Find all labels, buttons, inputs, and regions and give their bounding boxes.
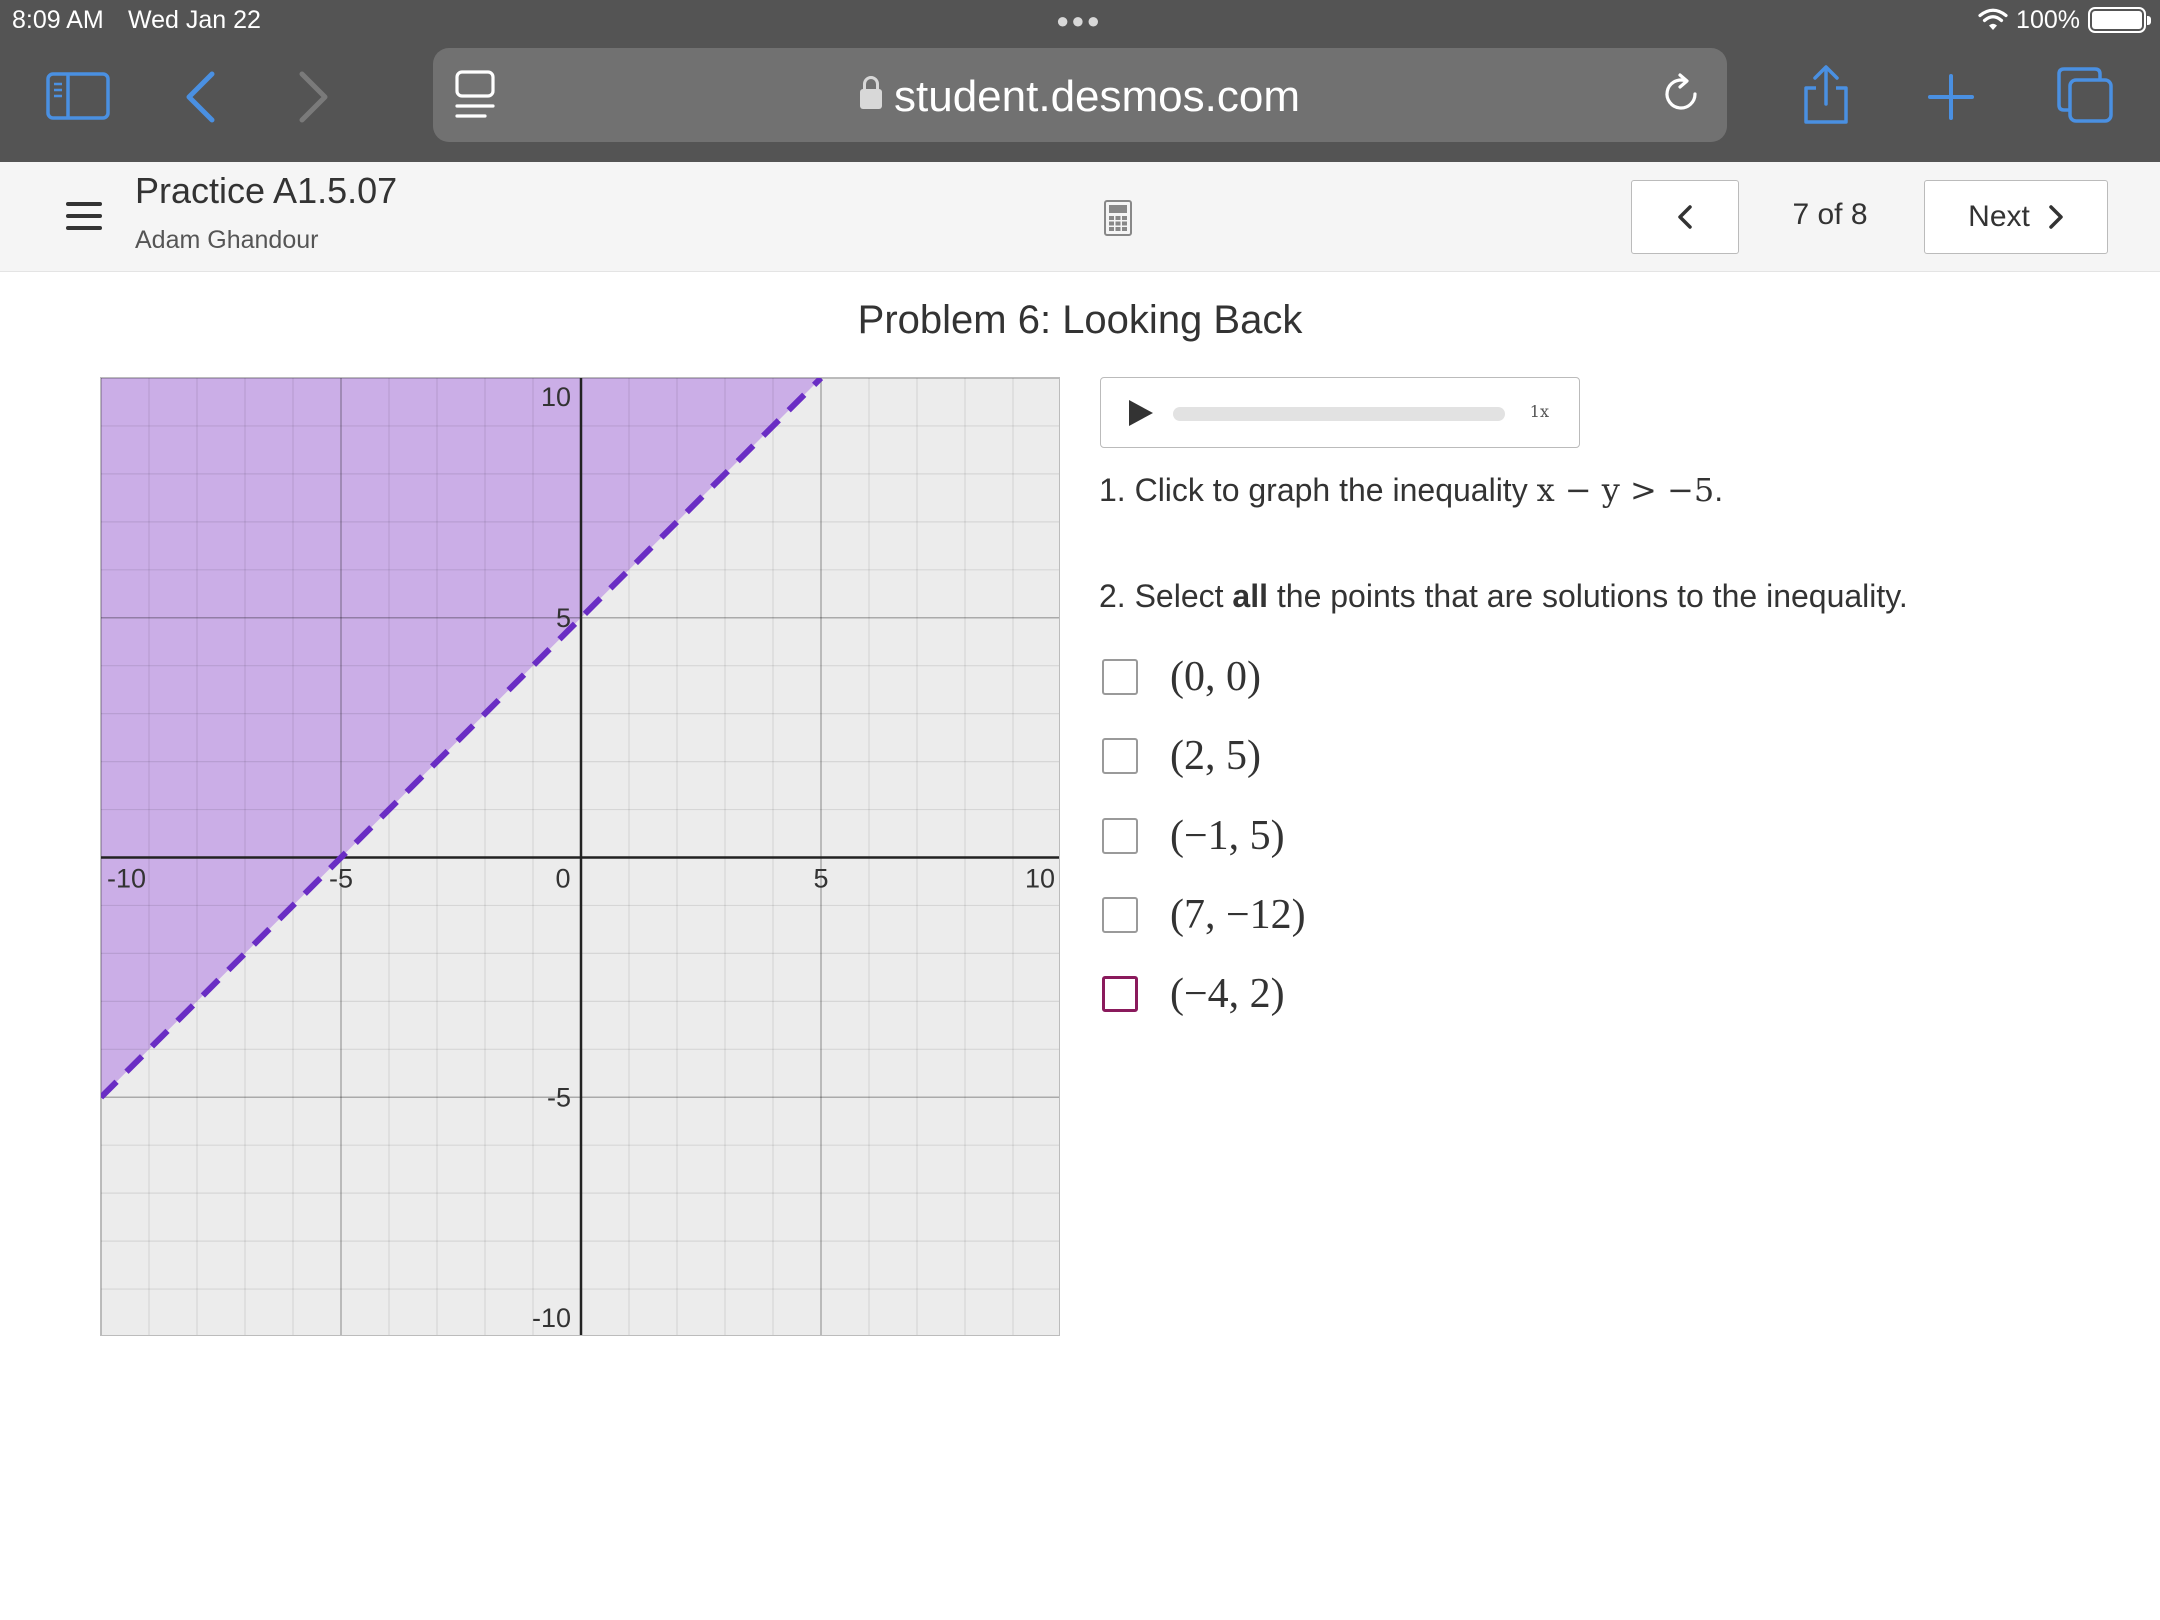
menu-icon[interactable] xyxy=(66,202,102,230)
choice-label: (−1, 5) xyxy=(1170,813,1285,859)
x-tick-label: -5 xyxy=(329,864,353,894)
question-1-text: 1. Click to graph the inequality xyxy=(1099,472,1528,508)
activity-header: Practice A1.5.07 Adam Ghandour 7 of 8 Ne… xyxy=(0,162,2160,272)
address-bar[interactable]: student.desmos.com xyxy=(433,48,1727,142)
graph-canvas[interactable]: -10 -5 0 5 10 10 5 -5 -10 xyxy=(100,377,1060,1336)
next-screen-button[interactable]: Next xyxy=(1924,180,2108,254)
lock-icon xyxy=(860,76,883,109)
question-2: 2. Select all the points that are soluti… xyxy=(1099,578,1908,615)
question-2-suffix: the points that are solutions to the ine… xyxy=(1276,578,1908,614)
choice-label: (2, 5) xyxy=(1170,733,1261,779)
sidebar-toggle-button[interactable] xyxy=(46,72,110,120)
y-tick-label: 10 xyxy=(541,382,571,412)
x-tick-label: 5 xyxy=(813,864,828,894)
forward-button[interactable] xyxy=(298,70,330,124)
checkbox[interactable] xyxy=(1102,818,1138,854)
choice-label: (0, 0) xyxy=(1170,654,1261,700)
status-date: Wed Jan 22 xyxy=(128,6,261,34)
battery-icon xyxy=(2088,7,2151,33)
question-2-prefix: 2. Select xyxy=(1099,578,1224,614)
plus-icon xyxy=(1928,74,1974,120)
inequality-graph[interactable]: -10 -5 0 5 10 10 5 -5 -10 xyxy=(101,378,1060,1336)
choice-4[interactable]: (−4, 2) xyxy=(1102,969,1285,1019)
choice-2[interactable]: (−1, 5) xyxy=(1102,811,1285,861)
question-1-period: . xyxy=(1714,472,1724,508)
x-tick-label: 0 xyxy=(555,864,570,894)
question-2-emphasis: all xyxy=(1232,578,1268,614)
audio-progress-track[interactable] xyxy=(1173,407,1505,421)
battery-percent: 100% xyxy=(2016,5,2080,34)
choice-0[interactable]: (0, 0) xyxy=(1102,652,1261,702)
chevron-left-icon xyxy=(186,71,215,123)
choice-label: (7, −12) xyxy=(1170,892,1306,938)
choice-3[interactable]: (7, −12) xyxy=(1102,890,1306,940)
tabs-button[interactable] xyxy=(2056,66,2114,124)
audio-player: 1x xyxy=(1100,377,1580,448)
browser-chrome: 8:09 AM Wed Jan 22 ●●● 100% student.desm… xyxy=(0,0,2160,162)
inequality-expression: x − y > −5 xyxy=(1536,471,1715,509)
wifi-icon xyxy=(1978,8,2008,30)
problem-title: Problem 6: Looking Back xyxy=(857,298,1303,342)
checkbox[interactable] xyxy=(1102,897,1138,933)
status-time: 8:09 AM xyxy=(12,6,104,34)
x-tick-label: -10 xyxy=(107,864,146,894)
share-button[interactable] xyxy=(1800,64,1852,126)
reload-icon[interactable] xyxy=(1659,72,1703,116)
student-name: Adam Ghandour xyxy=(135,226,319,254)
choice-label: (−4, 2) xyxy=(1170,971,1285,1017)
choice-1[interactable]: (2, 5) xyxy=(1102,731,1261,781)
x-tick-label: 10 xyxy=(1025,864,1055,894)
sidebar-icon xyxy=(46,72,110,120)
back-button[interactable] xyxy=(184,70,216,124)
play-icon[interactable] xyxy=(1129,400,1153,426)
y-tick-label: 5 xyxy=(556,603,571,633)
previous-screen-button[interactable] xyxy=(1631,180,1739,254)
tabs-icon xyxy=(2057,67,2113,123)
question-1: 1. Click to graph the inequality x − y >… xyxy=(1099,471,1723,509)
calculator-icon[interactable] xyxy=(1104,200,1132,236)
url-text[interactable]: student.desmos.com xyxy=(433,72,1727,122)
y-tick-label: -5 xyxy=(547,1082,571,1112)
checkbox[interactable] xyxy=(1102,976,1138,1012)
new-tab-button[interactable] xyxy=(1928,74,1974,120)
playback-speed[interactable]: 1x xyxy=(1530,402,1549,421)
next-label: Next xyxy=(1968,200,2030,233)
status-right: 100% xyxy=(1978,4,2151,36)
chevron-left-icon xyxy=(1678,205,1692,229)
share-icon xyxy=(1804,65,1848,124)
chevron-right-icon xyxy=(2049,205,2063,229)
page-indicator: 7 of 8 xyxy=(1792,198,1868,231)
checkbox[interactable] xyxy=(1102,738,1138,774)
checkbox[interactable] xyxy=(1102,659,1138,695)
chevron-right-icon xyxy=(299,71,328,123)
url: student.desmos.com xyxy=(894,72,1300,121)
multitasking-dots-icon[interactable]: ●●● xyxy=(1056,8,1102,34)
y-tick-label: -10 xyxy=(532,1303,571,1333)
activity-title: Practice A1.5.07 xyxy=(135,170,398,211)
